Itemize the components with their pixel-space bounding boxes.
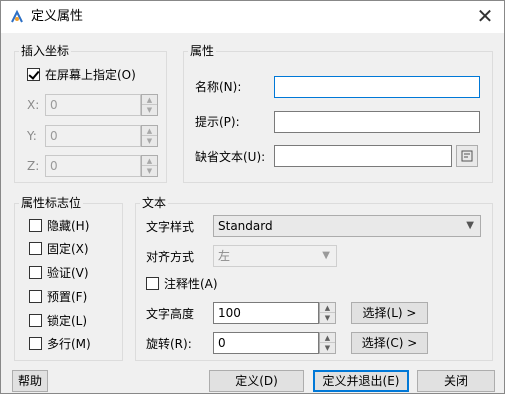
pick-rotation-button[interactable]: 选择(C) > bbox=[351, 332, 428, 354]
rotation-spin-icon[interactable]: ▲ ▼ bbox=[319, 332, 336, 354]
title-bar: 定义属性 ✕ bbox=[1, 1, 504, 33]
prompt-label: 提示(P): bbox=[195, 115, 240, 129]
verify-checkbox[interactable] bbox=[29, 266, 42, 279]
text-style-value: Standard bbox=[218, 219, 273, 233]
preset-checkbox[interactable] bbox=[29, 290, 42, 303]
prompt-input[interactable] bbox=[274, 111, 480, 133]
annotative-checkbox[interactable] bbox=[146, 277, 159, 290]
rotation-input[interactable]: 0 bbox=[213, 332, 319, 354]
lock-checkbox[interactable] bbox=[29, 314, 42, 327]
default-text-label: 缺省文本(U): bbox=[195, 150, 266, 164]
text-style-label: 文字样式 bbox=[146, 220, 195, 234]
text-height-label: 文字高度 bbox=[146, 307, 195, 321]
attribute-legend: 属性 bbox=[188, 44, 217, 58]
define-button[interactable]: 定义(D) bbox=[209, 370, 304, 392]
x-spin-icon[interactable]: ▲ ▼ bbox=[141, 94, 158, 116]
text-height-input[interactable]: 100 bbox=[213, 302, 319, 324]
specify-on-screen-label[interactable]: 在屏幕上指定(O) bbox=[45, 68, 136, 82]
insert-field-button[interactable] bbox=[456, 145, 478, 167]
justify-label: 对齐方式 bbox=[146, 250, 195, 264]
z-label: Z: bbox=[27, 159, 40, 173]
x-label: X: bbox=[27, 98, 40, 112]
specify-on-screen-checkbox[interactable] bbox=[27, 68, 40, 81]
app-logo-icon bbox=[11, 9, 23, 23]
rotation-label: 旋转(R): bbox=[146, 337, 192, 351]
constant-checkbox[interactable] bbox=[29, 242, 42, 255]
y-spin-icon[interactable]: ▲ ▼ bbox=[141, 125, 158, 147]
preset-label[interactable]: 预置(F) bbox=[47, 290, 87, 304]
help-button[interactable]: 帮助 bbox=[12, 370, 48, 392]
default-text-input[interactable] bbox=[274, 145, 452, 167]
define-attribute-dialog: 定义属性 ✕ 插入坐标 在屏幕上指定(O) X: 0 ▲ ▼ Y: 0 ▲ ▼ Z:… bbox=[0, 0, 505, 394]
window-title: 定义属性 bbox=[31, 9, 84, 24]
y-input[interactable]: 0 bbox=[45, 125, 141, 147]
close-icon[interactable]: ✕ bbox=[470, 3, 500, 31]
constant-label[interactable]: 固定(X) bbox=[47, 242, 89, 256]
text-height-spin-icon[interactable]: ▲ ▼ bbox=[319, 302, 336, 324]
name-label: 名称(N): bbox=[195, 80, 242, 94]
lock-label[interactable]: 锁定(L) bbox=[47, 314, 87, 328]
define-and-exit-button[interactable]: 定义并退出(E) bbox=[313, 370, 409, 392]
pick-height-button[interactable]: 选择(L) > bbox=[351, 302, 428, 324]
z-input[interactable]: 0 bbox=[45, 155, 141, 177]
chevron-down-icon: ▼ bbox=[466, 220, 474, 231]
justify-select[interactable]: 左 ▼ bbox=[213, 245, 337, 267]
text-legend: 文本 bbox=[140, 196, 169, 210]
flags-legend: 属性标志位 bbox=[19, 196, 84, 210]
insert-point-legend: 插入坐标 bbox=[19, 44, 72, 58]
multiline-label[interactable]: 多行(M) bbox=[47, 337, 91, 351]
justify-value: 左 bbox=[218, 249, 231, 263]
hidden-label[interactable]: 隐藏(H) bbox=[47, 219, 89, 233]
z-spin-icon[interactable]: ▲ ▼ bbox=[141, 155, 158, 177]
hidden-checkbox[interactable] bbox=[29, 219, 42, 232]
chevron-down-icon: ▼ bbox=[322, 250, 330, 261]
x-input[interactable]: 0 bbox=[45, 94, 141, 116]
annotative-label[interactable]: 注释性(A) bbox=[164, 277, 218, 291]
insert-field-icon bbox=[461, 150, 473, 162]
multiline-checkbox[interactable] bbox=[29, 337, 42, 350]
close-button[interactable]: 关闭 bbox=[417, 370, 495, 392]
y-label: Y: bbox=[27, 129, 37, 143]
verify-label[interactable]: 验证(V) bbox=[47, 266, 89, 280]
name-input[interactable] bbox=[274, 76, 480, 98]
text-style-select[interactable]: Standard ▼ bbox=[213, 215, 481, 237]
